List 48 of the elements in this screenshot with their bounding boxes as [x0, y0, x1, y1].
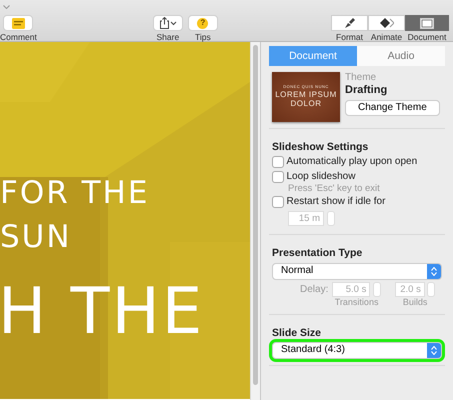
document-tab[interactable] — [405, 15, 449, 31]
dropdown[interactable]: Normal — [272, 262, 442, 280]
diamond-icon — [380, 18, 394, 28]
document-icon — [420, 18, 434, 28]
help-icon: ? — [197, 18, 208, 28]
checkbox[interactable] — [272, 170, 284, 183]
slide-text: FOR THE — [0, 178, 150, 209]
comment-button[interactable] — [3, 15, 34, 31]
tips-label: Tips — [194, 33, 211, 42]
brush-icon — [344, 17, 356, 29]
share-icon — [158, 17, 177, 29]
slide-text: SUN — [0, 222, 72, 253]
change-theme-button[interactable]: Change Theme — [345, 100, 440, 116]
stepper[interactable] — [427, 282, 436, 298]
section-title: Presentation Type — [272, 247, 364, 260]
inspector-tab[interactable]: Document — [269, 46, 357, 66]
hint-text: Press 'Esc' key to exit — [288, 182, 381, 194]
share-button[interactable] — [152, 15, 183, 31]
section-title: Slideshow Settings — [272, 141, 370, 154]
diamond-tab[interactable] — [368, 15, 405, 31]
theme-label: Theme — [345, 72, 376, 84]
comment-label: Comment — [0, 33, 37, 42]
field-caption: Builds — [402, 297, 428, 308]
dropdown[interactable]: Standard (4:3) — [272, 342, 442, 359]
share-label: Share — [156, 33, 180, 42]
stepper-arrows-icon — [427, 264, 441, 279]
brush-tab[interactable] — [331, 15, 368, 31]
checkbox[interactable] — [272, 156, 284, 168]
stepper[interactable] — [326, 211, 334, 226]
inspector-tab[interactable]: Audio — [357, 46, 445, 66]
theme-name: Drafting — [345, 84, 388, 98]
stepper[interactable] — [372, 282, 381, 298]
checkbox-label: Restart show if idle for — [286, 196, 386, 208]
tips-button[interactable]: ? — [188, 15, 218, 31]
chevron-icon[interactable] — [3, 5, 10, 9]
delay-label: Delay: — [300, 284, 328, 296]
checkbox-label: Automatically play upon open — [286, 156, 418, 168]
field-caption: Transitions — [334, 297, 378, 308]
stepper-arrows-icon — [427, 342, 441, 358]
document-label: Document — [408, 33, 446, 42]
slide-text: H THE — [0, 280, 204, 344]
note-icon — [12, 18, 25, 28]
brush-label: Format — [336, 33, 363, 42]
checkbox[interactable] — [272, 196, 284, 208]
checkbox-label: Loop slideshow — [286, 170, 356, 183]
diamond-label: Animate — [370, 33, 402, 42]
scrollbar[interactable] — [253, 45, 258, 385]
section-title: Slide Size — [272, 326, 322, 340]
